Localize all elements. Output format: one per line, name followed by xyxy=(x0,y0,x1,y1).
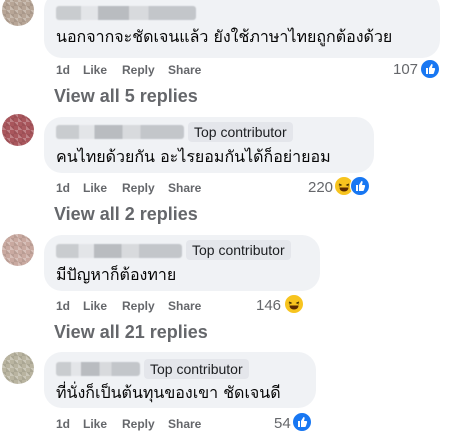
comment-time[interactable]: 1d xyxy=(56,181,70,195)
top-contributor-badge: Top contributor xyxy=(188,122,293,142)
avatar[interactable] xyxy=(2,234,34,266)
view-replies-link[interactable]: View all 21 replies xyxy=(54,322,208,343)
share-button[interactable]: Share xyxy=(168,299,201,313)
comment-actions: 1d Like Reply Share xyxy=(56,299,256,315)
like-button[interactable]: Like xyxy=(83,63,107,77)
reaction-count[interactable]: 220 xyxy=(308,179,333,196)
top-contributor-badge: Top contributor xyxy=(186,240,291,260)
comment-text: นอกจากจะชัดเจนแล้ว ยังใช้ภาษาไทยถูกต้องด… xyxy=(56,27,393,46)
comment-text: คนไทยด้วยกัน อะไรยอมกันได้ก็อย่ายอม xyxy=(56,147,331,166)
comment-time[interactable]: 1d xyxy=(56,63,70,77)
reaction-count[interactable]: 146 xyxy=(256,297,281,314)
avatar[interactable] xyxy=(2,0,34,26)
like-button[interactable]: Like xyxy=(83,299,107,313)
avatar[interactable] xyxy=(2,114,34,146)
share-button[interactable]: Share xyxy=(168,417,201,431)
like-icon xyxy=(420,59,440,79)
commenter-name[interactable] xyxy=(56,362,140,376)
reaction-count[interactable]: 107 xyxy=(393,61,418,78)
comment-time[interactable]: 1d xyxy=(56,299,70,313)
like-icon xyxy=(350,176,370,196)
reply-button[interactable]: Reply xyxy=(122,299,155,313)
comment-text: ที่นั่งก็เป็นต้นทุนของเขา ชัดเจนดี xyxy=(56,383,281,402)
top-contributor-badge: Top contributor xyxy=(144,359,249,379)
comment-text: มีปัญหาก็ต้องทาย xyxy=(56,265,177,284)
share-button[interactable]: Share xyxy=(168,181,201,195)
reply-button[interactable]: Reply xyxy=(122,417,155,431)
comment-actions: 1d Like Reply Share xyxy=(56,63,256,79)
like-button[interactable]: Like xyxy=(83,181,107,195)
avatar[interactable] xyxy=(2,352,34,384)
comment-time[interactable]: 1d xyxy=(56,417,70,431)
reply-button[interactable]: Reply xyxy=(122,181,155,195)
comment-actions: 1d Like Reply Share xyxy=(56,181,256,197)
comment-actions: 1d Like Reply Share xyxy=(56,417,256,433)
reaction-count[interactable]: 54 xyxy=(274,415,291,432)
like-icon xyxy=(292,412,312,432)
reply-button[interactable]: Reply xyxy=(122,63,155,77)
commenter-name[interactable] xyxy=(56,125,184,139)
like-button[interactable]: Like xyxy=(83,417,107,431)
view-replies-link[interactable]: View all 2 replies xyxy=(54,204,198,225)
share-button[interactable]: Share xyxy=(168,63,201,77)
haha-icon xyxy=(284,294,304,314)
commenter-name[interactable] xyxy=(56,6,196,20)
commenter-name[interactable] xyxy=(56,244,182,258)
view-replies-link[interactable]: View all 5 replies xyxy=(54,86,198,107)
